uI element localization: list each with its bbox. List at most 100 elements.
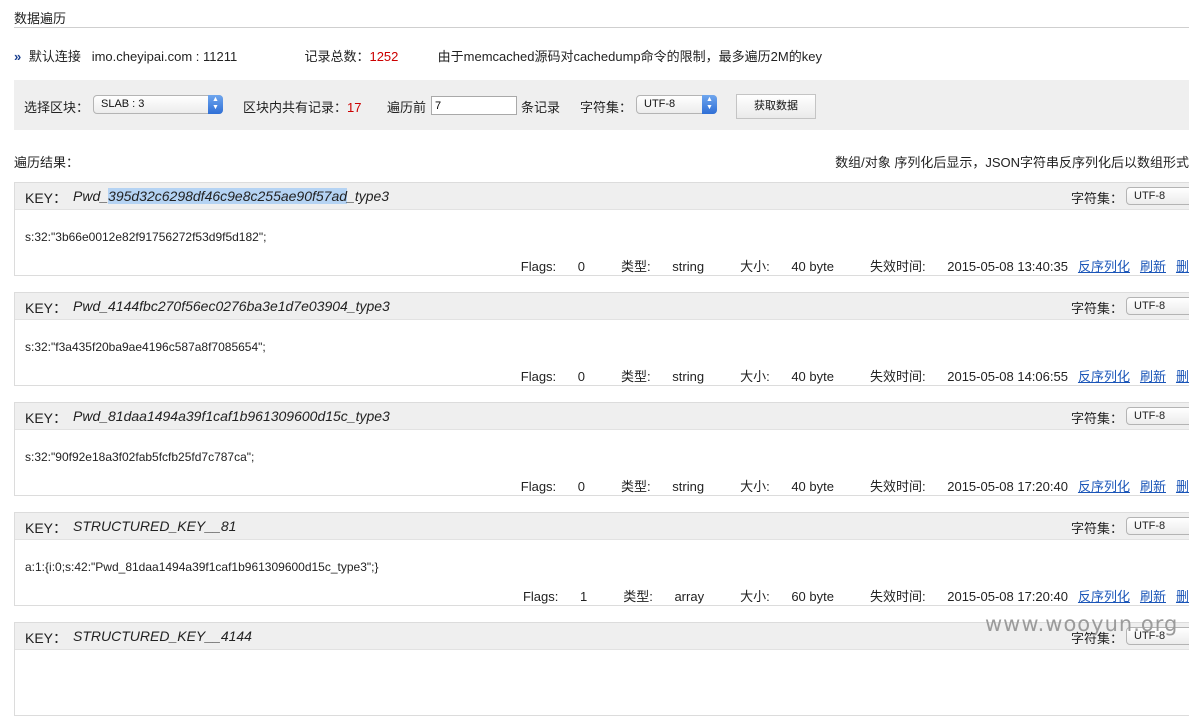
expire-field: 失效时间: 2015-05-08 14:06:55 (869, 369, 1068, 384)
key-label: KEY： (25, 520, 68, 536)
type-value: array (674, 589, 705, 604)
charset-select[interactable]: UTF-8 ▲ ▼ (636, 95, 717, 114)
record-charset-label: 字符集： (1070, 191, 1123, 206)
key-name: STRUCTURED_KEY__4144 (73, 628, 252, 644)
flags-field: Flags: 0 (520, 259, 586, 274)
record-card: KEY： Pwd_81daa1494a39f1caf1b961309600d15c… (14, 402, 1189, 496)
query-toolbar: 选择区块： SLAB : 3 ▲▼ 区块内共有记录：17 遍历前 条记录 字符集… (14, 80, 1189, 130)
expire-value: 2015-05-08 17:20:40 (947, 479, 1068, 494)
key-label: KEY： (25, 190, 68, 206)
records-suffix: 条记录 (521, 100, 561, 115)
size-value: 40 byte (791, 259, 834, 274)
size-field: 大小: 60 byte (740, 589, 834, 604)
delete-link[interactable]: 删 (1176, 369, 1189, 384)
type-field: 类型: string (621, 259, 705, 274)
key-name-prefix: STRUCTURED_KEY__4144 (73, 628, 252, 644)
record-card: KEY： Pwd_395d32c6298df46c9e8c255ae90f57ad… (14, 182, 1189, 276)
record-charset-select[interactable]: UTF-8 (1126, 297, 1189, 315)
refresh-link[interactable]: 刷新 (1140, 369, 1166, 384)
unserialize-link[interactable]: 反序列化 (1078, 259, 1130, 274)
expire-value: 2015-05-08 14:06:55 (947, 369, 1068, 384)
record-header: KEY： Pwd_81daa1494a39f1caf1b961309600d15c… (15, 403, 1189, 430)
type-value: string (672, 479, 705, 494)
refresh-link[interactable]: 刷新 (1140, 479, 1166, 494)
type-field: 类型: string (621, 369, 705, 384)
record-value: s:32:"90f92e18a3f02fab5fcfb25fd7c787ca"; (25, 450, 255, 464)
slab-select[interactable]: SLAB : 3 ▲ ▼ (93, 95, 223, 114)
charset-select-value: UTF-8 (644, 98, 676, 110)
connection-info: » 默认连接 imo.cheyipai.com : 11211 记录总数：125… (14, 48, 822, 66)
key-name: STRUCTURED_KEY__81 (73, 518, 236, 534)
slab-count-label: 区块内共有记录：17 (243, 100, 362, 115)
flags-value: 1 (579, 589, 588, 604)
flags-value: 0 (577, 259, 586, 274)
record-meta: Flags: 0 类型: string 大小: 40 byte 失效时间: 2015-… (485, 366, 1189, 385)
title-divider (14, 27, 1189, 28)
delete-link[interactable]: 删 (1176, 589, 1189, 604)
connection-host: imo.cheyipai.com : 11211 (91, 49, 238, 64)
record-header: KEY： STRUCTURED_KEY__81 字符集： UTF-8 (15, 513, 1189, 540)
record-charset-value: UTF-8 (1134, 190, 1166, 202)
double-chevron-icon: » (14, 49, 21, 64)
record-value: a:1:{i:0;s:42:"Pwd_81daa1494a39f1caf1b96… (25, 560, 379, 574)
record-charset-value: UTF-8 (1134, 300, 1166, 312)
traverse-label: 遍历前 (387, 100, 427, 115)
results-label: 遍历结果： (14, 155, 80, 170)
unserialize-link[interactable]: 反序列化 (1078, 589, 1130, 604)
expire-field: 失效时间: 2015-05-08 17:20:40 (869, 479, 1068, 494)
record-charset-select[interactable]: UTF-8 (1126, 187, 1189, 205)
record-charset-value: UTF-8 (1134, 520, 1166, 532)
charset-label: 字符集： (580, 100, 633, 115)
delete-link[interactable]: 删 (1176, 259, 1189, 274)
key-name-prefix: Pwd_81daa1494a39f1caf1b961309600d15c_typ… (73, 408, 390, 424)
unserialize-link[interactable]: 反序列化 (1078, 479, 1130, 494)
delete-link[interactable]: 删 (1176, 479, 1189, 494)
select-arrows-icon: ▲ ▼ (208, 95, 223, 114)
flags-value: 0 (577, 369, 586, 384)
record-charset-select[interactable]: UTF-8 (1126, 407, 1189, 425)
size-value: 40 byte (791, 369, 834, 384)
connection-label: 默认连接 (28, 49, 81, 64)
size-field: 大小: 40 byte (740, 369, 834, 384)
flags-field: Flags: 0 (520, 369, 586, 384)
record-value: s:32:"3b66e0012e82f91756272f53d9f5d182"; (25, 230, 267, 244)
results-note: 数组/对象 序列化后显示，JSON字符串反序列化后以数组形式 (835, 155, 1189, 170)
key-label: KEY： (25, 300, 68, 316)
size-value: 40 byte (791, 479, 834, 494)
unserialize-link[interactable]: 反序列化 (1078, 369, 1130, 384)
key-label: KEY： (25, 630, 68, 646)
watermark: www.wooyun.org (985, 612, 1179, 636)
size-value: 60 byte (791, 589, 834, 604)
size-field: 大小: 40 byte (740, 479, 834, 494)
type-value: string (672, 259, 705, 274)
fetch-data-button[interactable]: 获取数据 (736, 94, 816, 119)
expire-field: 失效时间: 2015-05-08 13:40:35 (869, 259, 1068, 274)
key-label: KEY： (25, 410, 68, 426)
record-card: KEY： Pwd_4144fbc270f56ec0276ba3e1d7e03904… (14, 292, 1189, 386)
type-field: 类型: array (623, 589, 705, 604)
refresh-link[interactable]: 刷新 (1140, 589, 1166, 604)
total-records-label: 记录总数： (304, 49, 370, 64)
traverse-count-input[interactable] (431, 96, 517, 115)
refresh-link[interactable]: 刷新 (1140, 259, 1166, 274)
record-header: KEY： Pwd_395d32c6298df46c9e8c255ae90f57ad… (15, 183, 1189, 210)
key-name-suffix: _type3 (347, 188, 390, 204)
record-meta: Flags: 0 类型: string 大小: 40 byte 失效时间: 2015-… (485, 476, 1189, 495)
page-title: 数据遍历 (14, 11, 67, 26)
key-name-prefix: STRUCTURED_KEY__81 (73, 518, 237, 534)
size-field: 大小: 40 byte (740, 259, 834, 274)
key-name-prefix: Pwd_ (73, 188, 109, 204)
record-charset-select[interactable]: UTF-8 (1126, 517, 1189, 535)
record-header: KEY： Pwd_4144fbc270f56ec0276ba3e1d7e03904… (15, 293, 1189, 320)
flags-value: 0 (577, 479, 586, 494)
key-name: Pwd_81daa1494a39f1caf1b961309600d15c_typ… (73, 408, 390, 424)
slab-label: 选择区块： (24, 100, 90, 115)
key-name-prefix: Pwd_4144fbc270f56ec0276ba3e1d7e03904_typ… (73, 298, 390, 314)
expire-field: 失效时间: 2015-05-08 17:20:40 (869, 589, 1068, 604)
record-card: KEY： STRUCTURED_KEY__81 字符集： UTF-8 a:1:{i:0;… (14, 512, 1189, 606)
cachedump-notice: 由于memcached源码对cachedump命令的限制，最多遍历2M的key (437, 49, 822, 64)
key-name: Pwd_4144fbc270f56ec0276ba3e1d7e03904_typ… (73, 298, 390, 314)
record-meta: Flags: 1 类型: array 大小: 60 byte 失效时间: 2015-0… (487, 586, 1189, 605)
slab-count-value: 17 (347, 100, 362, 115)
record-charset-value: UTF-8 (1134, 410, 1166, 422)
